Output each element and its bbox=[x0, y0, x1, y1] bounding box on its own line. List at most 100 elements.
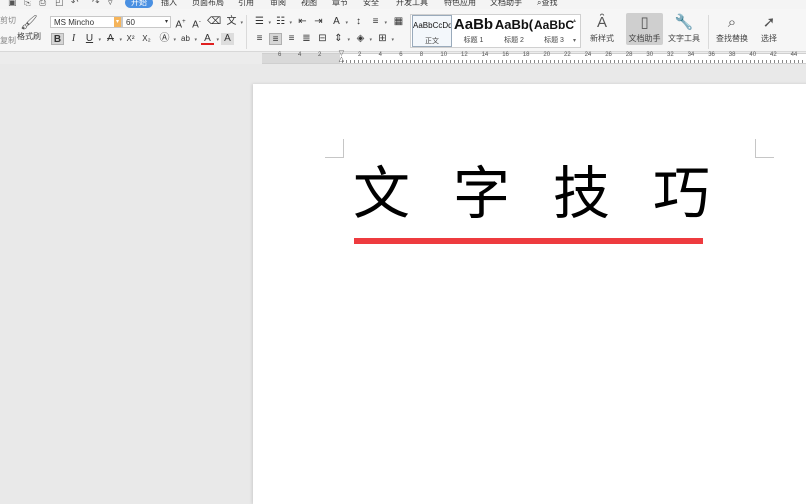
style-name: 正文 bbox=[425, 38, 439, 45]
print-icon[interactable]: ⎙ bbox=[39, 0, 46, 8]
document-page[interactable]: 文字技巧 bbox=[253, 84, 806, 504]
phonetic-guide-icon[interactable]: 文 bbox=[225, 16, 244, 29]
save-icon[interactable]: ▣ bbox=[8, 0, 17, 8]
ruler-number: 34 bbox=[687, 52, 695, 58]
menu-tab-view[interactable]: 视图 bbox=[301, 0, 317, 8]
text-effect-icon[interactable]: Ⓐ bbox=[158, 33, 177, 46]
ruler-number: 26 bbox=[605, 52, 612, 58]
style-heading-3[interactable]: AaBbC 标题 3 bbox=[534, 15, 574, 47]
line-spacing-icon[interactable]: ≡ bbox=[369, 16, 387, 29]
menu-tab-home[interactable]: 开始 bbox=[125, 0, 153, 8]
decrease-font-size-icon[interactable]: A- bbox=[190, 16, 203, 30]
ruler-number: 40 bbox=[749, 52, 757, 58]
distributed-align-icon[interactable]: ⊟ bbox=[316, 33, 329, 45]
menu-tab-review[interactable]: 审阅 bbox=[270, 0, 286, 8]
ribbon: 剪切 复制 🖌 格式刷 MS Mincho ▾ 60 ▾ A+ A- ⌫ 文 B… bbox=[0, 9, 806, 52]
decrease-indent-icon[interactable]: ⇤ bbox=[296, 16, 309, 28]
select-button[interactable]: ➚ 选择 bbox=[756, 13, 782, 44]
document-icon: ▯ bbox=[640, 14, 649, 31]
style-heading-2[interactable]: AaBb( 标题 2 bbox=[494, 15, 534, 47]
menu-bar: ▣ ⎘ ⎙ ◰ ↶ ↷ ▿ 开始 插入 页面布局 引用 审阅 视图 章节 安全 … bbox=[0, 0, 806, 9]
character-shading-icon[interactable]: A bbox=[221, 33, 234, 45]
align-right-icon[interactable]: ≡ bbox=[285, 33, 298, 45]
undo-icon[interactable]: ↶ bbox=[71, 0, 79, 8]
find-replace-label: 查找替换 bbox=[716, 34, 748, 43]
gallery-expand-icon[interactable]: ▾ bbox=[573, 37, 576, 44]
subscript-button[interactable]: X₂ bbox=[140, 33, 153, 45]
font-size-select[interactable]: 60 ▾ bbox=[122, 16, 171, 28]
align-left-icon[interactable]: ≡ bbox=[253, 33, 266, 45]
align-center-icon[interactable]: ≡ bbox=[269, 33, 282, 45]
divider bbox=[246, 15, 247, 49]
ruler-number: 18 bbox=[522, 52, 530, 58]
doc-assistant-button[interactable]: ▯ 文档助手 bbox=[626, 13, 663, 45]
ruler-number: 10 bbox=[440, 52, 448, 58]
numbered-list-icon[interactable]: ☷ bbox=[274, 16, 292, 29]
ruler-number: 8 bbox=[419, 52, 424, 58]
print-preview-icon[interactable]: ◰ bbox=[55, 0, 64, 8]
ruler-number: 12 bbox=[461, 52, 468, 58]
find-replace-button[interactable]: ⌕ 查找替换 bbox=[713, 13, 751, 44]
highlight-color-icon[interactable]: ab bbox=[179, 33, 197, 46]
cut-button[interactable]: 剪切 bbox=[0, 15, 16, 26]
shading-fill-icon[interactable]: ◈ bbox=[354, 33, 372, 46]
style-heading-1[interactable]: AaBb 标题 1 bbox=[453, 15, 494, 47]
table-borders-icon[interactable]: ▦ bbox=[392, 16, 405, 28]
ruler-number: 44 bbox=[790, 52, 798, 58]
menu-tab-doc-assistant[interactable]: 文档助手 bbox=[490, 0, 522, 8]
menu-search[interactable]: ⌕查找 bbox=[537, 0, 557, 8]
strikethrough-button[interactable]: A bbox=[104, 33, 122, 46]
clear-format-icon[interactable]: ⌫ bbox=[207, 16, 221, 28]
font-name-select[interactable]: MS Mincho ▾ bbox=[50, 16, 122, 28]
chinese-layout-icon[interactable]: A bbox=[330, 16, 348, 29]
style-sample: AaBbCcDd bbox=[413, 21, 451, 30]
style-gallery: AaBbCcDd 正文 AaBb 标题 1 AaBb( 标题 2 AaBbC 标… bbox=[410, 14, 581, 48]
copy-button[interactable]: 复制 bbox=[0, 35, 16, 46]
menu-tab-security[interactable]: 安全 bbox=[363, 0, 379, 8]
magnifier-icon: ⌕ bbox=[727, 14, 737, 31]
new-style-label: 新样式 bbox=[590, 34, 614, 43]
font-name-value: MS Mincho bbox=[54, 18, 95, 27]
ruler-number: 22 bbox=[564, 52, 571, 58]
style-name: 标题 2 bbox=[504, 37, 524, 44]
style-normal[interactable]: AaBbCcDd 正文 bbox=[412, 15, 452, 47]
ruler-number: 32 bbox=[667, 52, 674, 58]
style-name: 标题 3 bbox=[544, 37, 564, 44]
increase-font-size-icon[interactable]: A+ bbox=[174, 16, 187, 30]
italic-button[interactable]: I bbox=[67, 33, 80, 45]
text-tools-button[interactable]: 🔧 文字工具 bbox=[665, 13, 703, 44]
menu-tab-special-apps[interactable]: 特色应用 bbox=[444, 0, 476, 8]
horizontal-ruler[interactable]: 6 4 2 2 4 6 8 10 12 14 16 18 20 22 24 26 28 30 32 34 36 38 40 4… bbox=[0, 50, 806, 64]
paragraph-spacing-icon[interactable]: ⇕ bbox=[332, 33, 350, 46]
ruler-number: 6 bbox=[278, 52, 282, 58]
new-style-button[interactable]: Ȃ 新样式 bbox=[585, 13, 619, 44]
font-color-button[interactable]: A bbox=[201, 33, 219, 46]
export-pdf-icon[interactable]: ⎘ bbox=[24, 0, 31, 8]
ruler-number: 28 bbox=[625, 52, 633, 58]
indent-marker-icon[interactable]: ▽ △ bbox=[338, 50, 345, 63]
menu-tab-page-layout[interactable]: 页面布局 bbox=[192, 0, 224, 8]
style-sample: AaBbC bbox=[534, 18, 574, 32]
ruler-number: 30 bbox=[646, 52, 654, 58]
menu-tab-developer[interactable]: 开发工具 bbox=[396, 0, 428, 8]
borders-icon[interactable]: ⊞ bbox=[376, 33, 394, 46]
bullet-list-icon[interactable]: ☰ bbox=[253, 16, 271, 29]
justify-icon[interactable]: ≣ bbox=[300, 33, 313, 45]
underline-button[interactable]: U bbox=[83, 33, 101, 46]
document-heading[interactable]: 文字技巧 bbox=[353, 162, 713, 226]
new-style-icon: Ȃ bbox=[596, 14, 607, 31]
ruler-number: 4 bbox=[378, 52, 382, 58]
customize-quick-access-icon[interactable]: ▿ bbox=[108, 0, 113, 8]
gallery-scroll-up-icon[interactable]: ▴ bbox=[573, 17, 576, 24]
redo-icon[interactable]: ↷ bbox=[92, 0, 100, 8]
increase-indent-icon[interactable]: ⇥ bbox=[312, 16, 325, 28]
bold-button[interactable]: B bbox=[51, 33, 64, 45]
superscript-button[interactable]: X² bbox=[124, 33, 137, 45]
text-tools-label: 文字工具 bbox=[668, 34, 700, 43]
sort-icon[interactable]: ↕ bbox=[352, 16, 365, 28]
menu-search-label: 查找 bbox=[541, 0, 558, 7]
menu-tab-references[interactable]: 引用 bbox=[238, 0, 254, 8]
menu-tab-insert[interactable]: 插入 bbox=[161, 0, 177, 8]
format-painter-button[interactable]: 🖌 格式刷 bbox=[16, 13, 42, 42]
menu-tab-chapter[interactable]: 章节 bbox=[332, 0, 348, 8]
